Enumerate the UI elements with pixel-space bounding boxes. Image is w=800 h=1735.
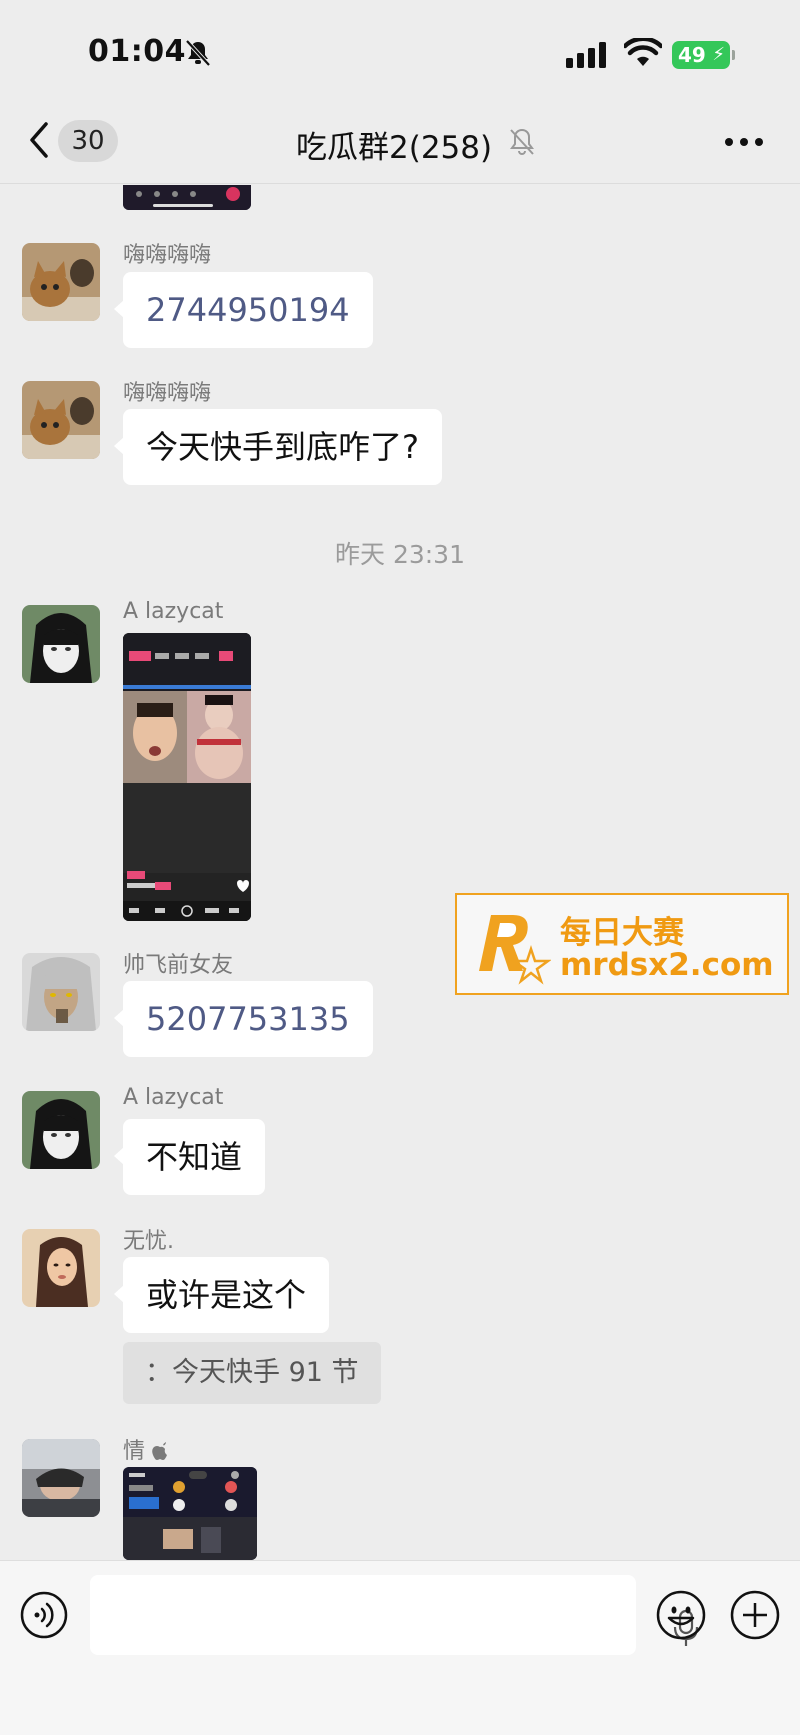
sender-name: 情 <box>123 1433 168 1465</box>
voice-toggle-icon[interactable] <box>20 1591 68 1639</box>
avatar-person[interactable] <box>22 1439 100 1517</box>
watermark-title: 每日大赛 <box>560 915 684 951</box>
battery-level: 49 <box>678 43 706 67</box>
more-options-icon[interactable] <box>724 136 764 148</box>
chat-title: 吃瓜群2(258) <box>296 130 493 166</box>
watermark-url: mrdsx2.com <box>560 947 774 983</box>
wifi-icon <box>624 38 662 66</box>
sender-name: 无忧. <box>123 1229 174 1254</box>
apple-icon <box>152 1442 168 1460</box>
message-bubble[interactable]: 2744950194 <box>114 272 373 348</box>
mute-bell-icon <box>510 128 534 155</box>
emoji-icon[interactable] <box>656 1590 706 1640</box>
avatar-cat[interactable] <box>22 243 100 321</box>
input-bar <box>0 1560 800 1735</box>
avatar-cat[interactable] <box>22 381 100 459</box>
signal-icon <box>566 42 606 68</box>
nav-bar: 30 吃瓜群2(258) <box>0 100 800 184</box>
unread-count-badge[interactable]: 30 <box>58 120 118 162</box>
avatar-anime[interactable] <box>22 605 100 683</box>
sender-name: A lazycat <box>123 1085 224 1110</box>
status-time: 01:04 <box>88 34 186 69</box>
message-bubble[interactable]: 5207753135 <box>114 981 373 1057</box>
bell-muted-icon <box>185 39 211 67</box>
avatar-anime[interactable] <box>22 1091 100 1169</box>
image-message[interactable] <box>123 633 251 921</box>
plus-icon[interactable] <box>730 1590 780 1640</box>
sender-name: A lazycat <box>123 599 224 624</box>
sender-name: 嗨嗨嗨嗨 <box>123 243 212 268</box>
message-input[interactable] <box>90 1575 699 1655</box>
chat-area[interactable]: 嗨嗨嗨嗨 2744950194 嗨嗨嗨嗨 今天快手到底咋了? 昨天 23:31 … <box>0 185 800 1560</box>
image-message[interactable] <box>123 1467 257 1560</box>
avatar-woman[interactable] <box>22 1229 100 1307</box>
timestamp-divider: 昨天 23:31 <box>335 540 465 569</box>
avatar-silver-hair[interactable] <box>22 953 100 1031</box>
message-bubble[interactable]: 或许是这个 <box>113 1257 330 1333</box>
message-bubble[interactable]: 不知道 <box>113 1119 266 1195</box>
sender-name-text: 情 <box>123 1439 146 1464</box>
message-bubble[interactable]: 今天快手到底咋了? <box>114 409 442 485</box>
back-chevron-icon[interactable] <box>26 120 52 160</box>
watermark-logo-icon <box>479 915 551 985</box>
sender-name: 帅飞前女友 <box>123 953 234 978</box>
status-bar: 01:04 49 ⚡ <box>0 0 800 100</box>
battery-icon: 49 ⚡ <box>672 41 735 69</box>
image-message-partial[interactable] <box>123 185 251 210</box>
watermark-banner: 每日大赛 mrdsx2.com <box>455 893 789 995</box>
charging-bolt-icon: ⚡ <box>712 44 725 65</box>
quoted-reply[interactable]: ：今天快手 91 节 <box>123 1342 381 1404</box>
sender-name: 嗨嗨嗨嗨 <box>123 381 212 406</box>
